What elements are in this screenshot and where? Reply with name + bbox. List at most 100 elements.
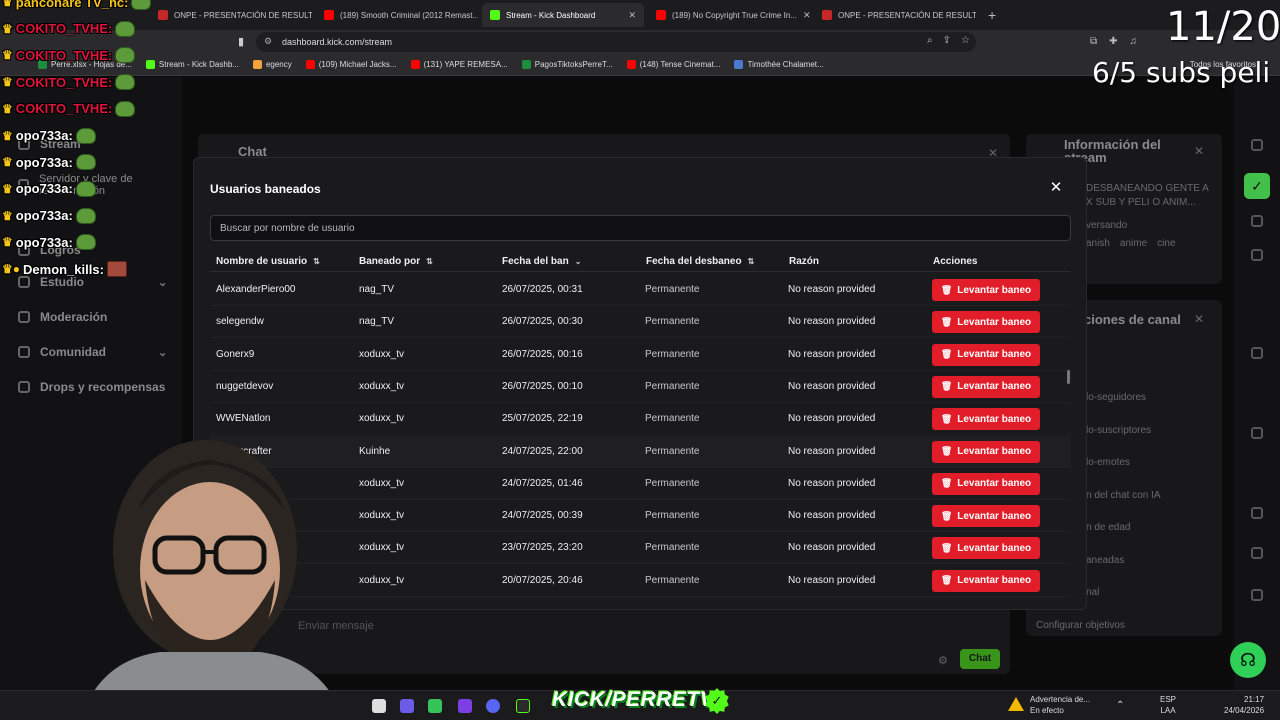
stream-info-close-icon[interactable]: ✕	[1194, 144, 1204, 158]
bookmark-item[interactable]: PagosTiktoksPerreT...	[521, 60, 613, 69]
channel-option[interactable]: lo-suscriptores	[1086, 425, 1151, 436]
apps-icon[interactable]	[1251, 589, 1263, 601]
column-username[interactable]: Nombre de usuario ⇅	[216, 256, 320, 267]
media-icon[interactable]: ♫	[1130, 36, 1138, 47]
channel-option[interactable]: n del chat con IA	[1086, 490, 1161, 501]
channel-option[interactable]: lo-emotes	[1086, 457, 1130, 468]
unban-date-cell: Permanente	[645, 542, 700, 554]
chevron-down-icon: ⌄	[158, 276, 168, 289]
banned-by-cell: nag_TV	[359, 284, 395, 295]
app-icon[interactable]	[372, 699, 386, 713]
unban-button[interactable]: 🗑 Levantar baneo	[932, 343, 1040, 366]
unban-button[interactable]: 🗑 Levantar baneo	[932, 375, 1040, 398]
language-indicator[interactable]: ESP LAA	[1160, 694, 1176, 716]
trash-icon: 🗑	[940, 575, 953, 586]
close-icon[interactable]: ✕	[1048, 180, 1064, 196]
unban-button-label: Levantar baneo	[957, 284, 1032, 296]
stream-tag: cine	[1157, 238, 1176, 249]
weather-widget[interactable]: Advertencia de... En efecto	[1030, 694, 1090, 716]
unban-button[interactable]: 🗑 Levantar baneo	[932, 569, 1040, 592]
media-player-icon[interactable]	[428, 699, 442, 713]
site-info-icon[interactable]: ⚙	[264, 36, 272, 47]
star-icon[interactable]: ☆	[961, 35, 970, 46]
channel-actions-close-icon[interactable]: ✕	[1194, 312, 1204, 326]
chat-settings-icon[interactable]: ⚙	[938, 654, 948, 667]
browser-tab[interactable]: ONPE - PRESENTACIÓN DE RESULTA...✕	[150, 3, 312, 27]
sidebar-item[interactable]: Moderación	[18, 310, 107, 324]
tab-close-icon[interactable]: ✕	[628, 10, 636, 21]
clock[interactable]: 21:17 24/04/2026	[1224, 694, 1264, 716]
table-row: AlexanderPiero00 nag_TV 26/07/2025, 00:31 P…	[210, 274, 1071, 306]
unban-button[interactable]: 🗑 Levantar baneo	[932, 279, 1040, 301]
unban-button[interactable]: 🗑 Levantar baneo	[932, 311, 1040, 334]
unban-button[interactable]: 🗑 Levantar baneo	[932, 505, 1040, 528]
calculator-icon[interactable]	[400, 699, 414, 713]
lightning-icon[interactable]	[1251, 347, 1263, 359]
zoom-icon[interactable]: ⌕	[927, 35, 933, 46]
channel-option[interactable]: lo-seguidores	[1086, 392, 1146, 403]
info-icon[interactable]	[1251, 139, 1263, 151]
unban-button[interactable]: 🗑 Levantar baneo	[932, 440, 1040, 463]
emote-icon	[75, 207, 96, 224]
unban-button[interactable]: 🗑 Levantar baneo	[932, 537, 1040, 560]
chat-message: ♛ opo733a:	[2, 127, 96, 144]
tray-chevron-icon[interactable]: ⌃	[1116, 700, 1124, 711]
support-button[interactable]: ☊	[1230, 642, 1266, 678]
bookmark-icon[interactable]: ▮	[238, 35, 244, 48]
sort-icon: ⇅	[426, 257, 433, 266]
ban-date-cell: 26/07/2025, 00:10	[502, 380, 583, 392]
column-ban-date[interactable]: Fecha del ban ⌄	[502, 256, 581, 267]
monitor-icon[interactable]	[1251, 507, 1263, 519]
search-input[interactable]	[210, 215, 1071, 241]
sidebar-item[interactable]: Comunidad ⌄	[18, 345, 167, 359]
bookmark-favicon-icon	[305, 60, 315, 69]
sidebar-item[interactable]: Drops y recompensas	[18, 380, 165, 394]
extension-icon[interactable]: ⧉	[1090, 36, 1097, 47]
puzzle-icon[interactable]: ✚	[1109, 36, 1117, 47]
bookmark-item[interactable]: (148) Tense Cinemat...	[626, 60, 720, 69]
discord-icon[interactable]	[486, 699, 500, 713]
share-icon[interactable]: ⇪	[943, 35, 951, 46]
channel-option[interactable]: Configurar objetivos	[1036, 620, 1125, 631]
close-tool-icon[interactable]	[1251, 249, 1263, 261]
tab-close-icon[interactable]: ✕	[803, 10, 810, 21]
weather-warning-icon[interactable]	[1008, 697, 1024, 711]
column-banned-by[interactable]: Baneado por ⇅	[359, 256, 433, 267]
chat-icon[interactable]	[1251, 427, 1263, 439]
browser-tab[interactable]: (189) No Copyright True Crime In... ✕	[648, 3, 810, 27]
unban-button[interactable]: 🗑 Levantar baneo	[932, 408, 1040, 431]
unban-button[interactable]: 🗑 Levantar baneo	[932, 472, 1040, 495]
status-ok-icon[interactable]: ✓	[1244, 173, 1270, 199]
column-unban-date[interactable]: Fecha del desbaneo ⇅	[646, 256, 754, 267]
bookmark-item[interactable]: Timothée Chalamet...	[734, 60, 824, 69]
bookmark-favicon-icon	[252, 60, 262, 69]
trash-icon: 🗑	[940, 316, 953, 327]
bookmark-item[interactable]: (109) Michael Jacks...	[305, 60, 397, 69]
bookmark-item[interactable]: Stream - Kick Dashb...	[145, 60, 239, 69]
table-scrollbar[interactable]	[1067, 370, 1070, 384]
sidebar-item[interactable]: Estudio ⌄	[18, 275, 167, 289]
bookmark-item[interactable]: (131) YAPE REMESA...	[410, 60, 508, 69]
editor-icon[interactable]	[458, 699, 472, 713]
layout-icon[interactable]	[1251, 215, 1263, 227]
chat-message: ♛ opo733a:	[2, 207, 96, 224]
crown-icon: ♛	[2, 181, 13, 196]
wrench-icon[interactable]	[1251, 547, 1263, 559]
new-tab-icon[interactable]: +	[980, 7, 1004, 23]
channel-option[interactable]: nal	[1086, 587, 1099, 598]
bookmark-item[interactable]: egency	[252, 60, 292, 69]
kick-app-icon[interactable]	[516, 699, 530, 713]
channel-option[interactable]: n de edad	[1086, 522, 1131, 533]
browser-tab[interactable]: Stream - Kick Dashboard ✕	[482, 3, 644, 27]
browser-tab[interactable]: (189) Smooth Criminal (2012 Remast...✕	[316, 3, 478, 27]
browser-tab[interactable]: ONPE - PRESENTACIÓN DE RESULTA...✕	[814, 3, 976, 27]
chat-send-button[interactable]: Chat	[960, 649, 1000, 669]
chat-username: COKITO_TVHE:	[15, 74, 113, 90]
table-header: Nombre de usuario ⇅ Baneado por ⇅ Fecha de…	[210, 252, 1071, 272]
ban-date-cell: 24/07/2025, 22:00	[502, 445, 583, 457]
url-field[interactable]: ⚙ dashboard.kick.com/stream ⌕ ⇪ ☆	[256, 32, 976, 52]
banned-by-cell: Kuinhe	[359, 445, 391, 457]
channel-option[interactable]: aneadas	[1086, 555, 1124, 566]
chat-username: opo733a:	[15, 181, 73, 197]
crown-icon: ♛	[2, 128, 13, 143]
